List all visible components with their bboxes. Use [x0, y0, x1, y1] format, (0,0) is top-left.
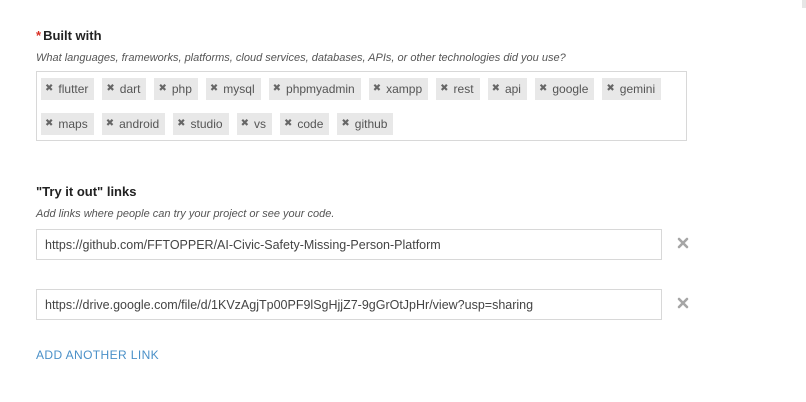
tag-chip[interactable]: ✖ vs [236, 113, 272, 135]
required-marker: * [36, 28, 42, 43]
tag-label: api [504, 82, 521, 96]
remove-tag-icon[interactable]: ✖ [539, 84, 547, 94]
tag-label: xampp [386, 82, 423, 96]
tag-label: code [297, 117, 324, 131]
tag-chip[interactable]: ✖ gemini [602, 78, 662, 100]
remove-link-1-button[interactable] [675, 235, 691, 251]
tag-chip[interactable]: ✖ mysql [205, 78, 261, 100]
project-form: * Built with What languages, frameworks, … [0, 0, 806, 402]
remove-tag-icon[interactable]: ✖ [341, 119, 349, 129]
tag-label: maps [58, 117, 88, 131]
tag-chip[interactable]: ✖ dart [102, 78, 147, 100]
tag-label: studio [190, 117, 223, 131]
add-another-link-button[interactable]: ADD ANOTHER LINK [36, 348, 159, 362]
tag-label: dart [119, 82, 141, 96]
link-input-1[interactable] [36, 229, 662, 260]
tag-chip[interactable]: ✖ phpmyadmin [268, 78, 361, 100]
remove-tag-icon[interactable]: ✖ [45, 84, 53, 94]
remove-tag-icon[interactable]: ✖ [284, 119, 292, 129]
tag-label: github [354, 117, 388, 131]
built-with-title-text: Built with [43, 28, 102, 43]
remove-tag-icon[interactable]: ✖ [210, 84, 218, 94]
tag-chip[interactable]: ✖ github [337, 113, 394, 135]
tag-chip[interactable]: ✖ php [154, 78, 198, 100]
tag-chip[interactable]: ✖ google [534, 78, 595, 100]
remove-tag-icon[interactable]: ✖ [106, 84, 114, 94]
tag-label: google [552, 82, 589, 96]
tag-chip[interactable]: ✖ android [101, 113, 166, 135]
remove-tag-icon[interactable]: ✖ [273, 84, 281, 94]
tag-label: gemini [619, 82, 656, 96]
tag-label: phpmyadmin [286, 82, 355, 96]
close-icon [677, 237, 689, 249]
tag-chip[interactable]: ✖ rest [436, 78, 480, 100]
remove-tag-icon[interactable]: ✖ [158, 84, 166, 94]
tag-chip[interactable]: ✖ studio [173, 113, 229, 135]
remove-tag-icon[interactable]: ✖ [440, 84, 448, 94]
tag-label: flutter [58, 82, 89, 96]
built-with-title: * Built with [36, 28, 102, 43]
tags-input[interactable]: ✖ flutter ✖ dart ✖ php ✖ mysql ✖ phpmyadmin ✖ xampp… [36, 71, 687, 141]
remove-tag-icon[interactable]: ✖ [606, 84, 614, 94]
tag-chip[interactable]: ✖ xampp [368, 78, 429, 100]
remove-tag-icon[interactable]: ✖ [45, 119, 53, 129]
try-it-out-title: "Try it out" links [36, 184, 137, 199]
tag-label: mysql [223, 82, 255, 96]
remove-tag-icon[interactable]: ✖ [177, 119, 185, 129]
remove-tag-icon[interactable]: ✖ [492, 84, 500, 94]
try-it-out-help: Add links where people can try your proj… [36, 208, 335, 220]
tag-label: android [119, 117, 160, 131]
remove-tag-icon[interactable]: ✖ [373, 84, 381, 94]
tag-chip[interactable]: ✖ code [279, 113, 330, 135]
tag-chip[interactable]: ✖ maps [41, 113, 94, 135]
remove-tag-icon[interactable]: ✖ [241, 119, 249, 129]
scrollbar-edge[interactable] [802, 0, 806, 8]
tag-chip[interactable]: ✖ api [487, 78, 527, 100]
tag-label: vs [253, 117, 266, 131]
built-with-help: What languages, frameworks, platforms, c… [36, 52, 566, 64]
tag-row: ✖ maps ✖ android ✖ studio ✖ vs ✖ code ✖ github [41, 113, 682, 135]
close-icon [677, 297, 689, 309]
tag-chip[interactable]: ✖ flutter [41, 78, 95, 100]
link-input-2[interactable] [36, 289, 662, 320]
tag-label: rest [453, 82, 474, 96]
remove-link-2-button[interactable] [675, 295, 691, 311]
tag-row: ✖ flutter ✖ dart ✖ php ✖ mysql ✖ phpmyadmin ✖ xampp… [41, 78, 682, 100]
tag-label: php [171, 82, 192, 96]
remove-tag-icon[interactable]: ✖ [106, 119, 114, 129]
